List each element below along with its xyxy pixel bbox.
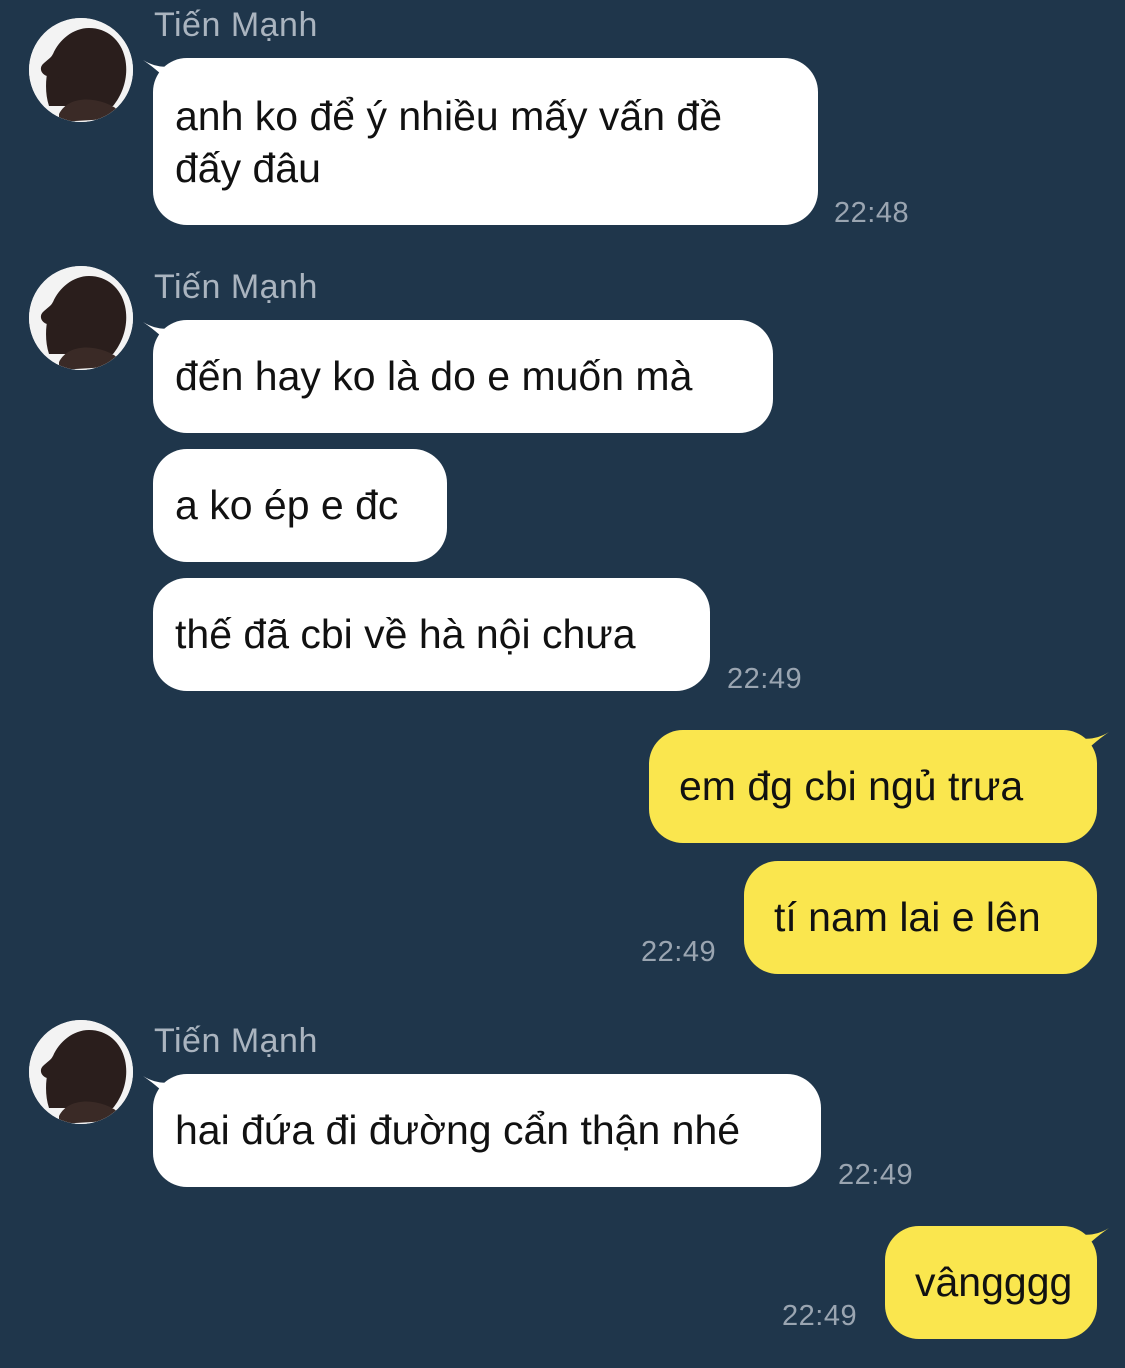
message-bubble[interactable]: anh ko để ý nhiều mấy vấn đề đấy đâu [153, 58, 818, 225]
avatar[interactable] [29, 266, 133, 370]
message-text: đến hay ko là do e muốn mà [175, 353, 693, 399]
message-text: hai đứa đi đường cẩn thận nhé [175, 1107, 741, 1153]
message-bubble[interactable]: hai đứa đi đường cẩn thận nhé [153, 1074, 821, 1187]
avatar[interactable] [29, 18, 133, 122]
message-time: 22:48 [834, 197, 910, 229]
message-text: thế đã cbi về hà nội chưa [175, 611, 636, 657]
message-text: anh ko để ý nhiều mấy vấn đề đấy đâu [175, 93, 723, 191]
message-bubble[interactable]: vângggg [885, 1226, 1097, 1339]
message-time: 22:49 [727, 663, 803, 695]
sender-name: Tiến Mạnh [154, 268, 318, 306]
profile-silhouette-icon [29, 18, 133, 122]
message-bubble[interactable]: đến hay ko là do e muốn mà [153, 320, 773, 433]
message-bubble[interactable]: thế đã cbi về hà nội chưa [153, 578, 710, 691]
message-time: 22:49 [641, 936, 717, 968]
sender-name: Tiến Mạnh [154, 6, 318, 44]
message-time: 22:49 [782, 1300, 858, 1332]
message-text: em đg cbi ngủ trưa [679, 763, 1024, 809]
message-bubble[interactable]: a ko ép e đc [153, 449, 447, 562]
message-bubble[interactable]: tí nam lai e lên [744, 861, 1097, 974]
message-text: tí nam lai e lên [774, 894, 1041, 940]
message-text: vângggg [915, 1259, 1073, 1305]
profile-silhouette-icon [29, 1020, 133, 1124]
profile-silhouette-icon [29, 266, 133, 370]
avatar[interactable] [29, 1020, 133, 1124]
message-text: a ko ép e đc [175, 482, 399, 528]
message-bubble[interactable]: em đg cbi ngủ trưa [649, 730, 1097, 843]
message-time: 22:49 [838, 1159, 914, 1191]
sender-name: Tiến Mạnh [154, 1022, 318, 1060]
